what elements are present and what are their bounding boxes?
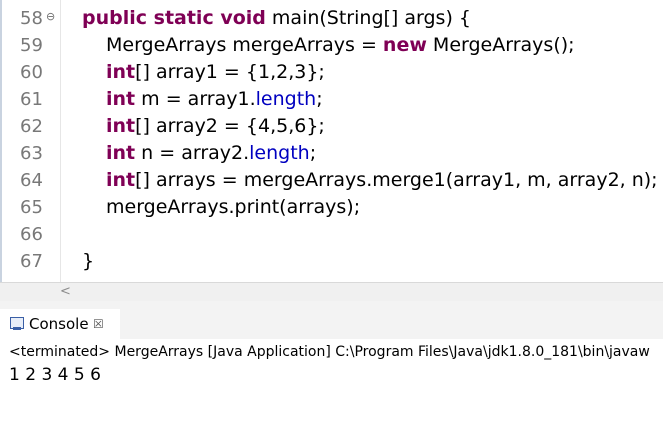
code-line[interactable]: 66	[2, 221, 663, 248]
code-text: int[] array2 = {4,5,6};	[106, 113, 325, 140]
code-text: MergeArrays mergeArrays = new MergeArray…	[106, 32, 575, 59]
code-text: int n = array2.length;	[106, 140, 316, 167]
console-icon	[10, 317, 24, 330]
code-line[interactable]: 62 int[] array2 = {4,5,6};	[2, 113, 663, 140]
code-token: MergeArrays();	[426, 34, 575, 56]
field-token: length	[249, 142, 310, 164]
line-number: 63	[20, 143, 43, 164]
code-line[interactable]: 67}	[2, 248, 663, 275]
code-token: main(String[] args) {	[265, 7, 471, 29]
code-line[interactable]: 65 mergeArrays.print(arrays);	[2, 194, 663, 221]
keyword-token: int	[106, 115, 136, 137]
line-number: 60	[20, 62, 43, 83]
keyword-token: int	[106, 169, 136, 191]
line-number: 66	[20, 224, 43, 245]
code-token: }	[82, 250, 95, 272]
console-status: <terminated> MergeArrays [Java Applicati…	[9, 344, 650, 360]
code-text: int[] array1 = {1,2,3};	[106, 59, 325, 86]
code-token: m = array1.	[135, 88, 256, 110]
close-icon[interactable]: ☒	[93, 316, 104, 332]
fold-collapse-icon[interactable]: ⊖	[46, 11, 55, 23]
code-token: n = array2.	[135, 142, 250, 164]
keyword-token: int	[106, 61, 136, 83]
panel-separator	[0, 301, 663, 309]
console-tab-label: Console	[29, 315, 89, 333]
code-editor[interactable]: 58 ⊖ public static void main(String[] args…	[0, 0, 663, 282]
code-text: int m = array1.length;	[106, 86, 323, 113]
console-output: 1 2 3 4 5 6	[9, 365, 101, 385]
keyword-token: int	[106, 142, 136, 164]
code-text: int[] arrays = mergeArrays.merge1(array1…	[106, 167, 658, 194]
code-text: public static void main(String[] args) {	[82, 5, 471, 32]
tab-console[interactable]: Console ☒	[0, 309, 121, 339]
code-line[interactable]: 58 ⊖ public static void main(String[] args…	[2, 5, 663, 32]
field-token: length	[255, 88, 317, 110]
console-output-area[interactable]: <terminated> MergeArrays [Java Applicati…	[0, 339, 663, 434]
code-text: }	[82, 248, 94, 275]
code-token: [] array1 = {1,2,3};	[135, 61, 325, 83]
code-token: [] arrays = mergeArrays.merge1(array1, m…	[135, 169, 658, 191]
code-line[interactable]: 59 MergeArrays mergeArrays = new MergeArr…	[2, 32, 663, 59]
code-token: MergeArrays mergeArrays =	[106, 34, 383, 56]
line-number: 65	[20, 197, 43, 218]
code-line[interactable]: 63 int n = array2.length;	[2, 140, 663, 167]
code-text: mergeArrays.print(arrays);	[106, 194, 360, 221]
keyword-token: new	[382, 34, 427, 56]
scroll-left-icon[interactable]: <	[60, 284, 71, 299]
horizontal-scrollbar[interactable]: <	[0, 282, 663, 301]
line-number: 59	[20, 35, 43, 56]
code-token: mergeArrays.print(arrays);	[106, 196, 361, 218]
code-line[interactable]: 61 int m = array1.length;	[2, 86, 663, 113]
line-number: 62	[20, 116, 43, 137]
keyword-token: int	[106, 88, 136, 110]
line-number: 61	[20, 89, 43, 110]
keyword-token: public static void	[82, 7, 266, 29]
code-token: [] array2 = {4,5,6};	[135, 115, 325, 137]
code-line[interactable]: 64 int[] arrays = mergeArrays.merge1(arra…	[2, 167, 663, 194]
code-token: ;	[309, 142, 317, 164]
code-line[interactable]: 60 int[] array1 = {1,2,3};	[2, 59, 663, 86]
line-number: 64	[20, 170, 43, 191]
code-token: ;	[316, 88, 323, 110]
console-tab-strip	[120, 309, 663, 339]
line-number: 67	[20, 251, 43, 272]
